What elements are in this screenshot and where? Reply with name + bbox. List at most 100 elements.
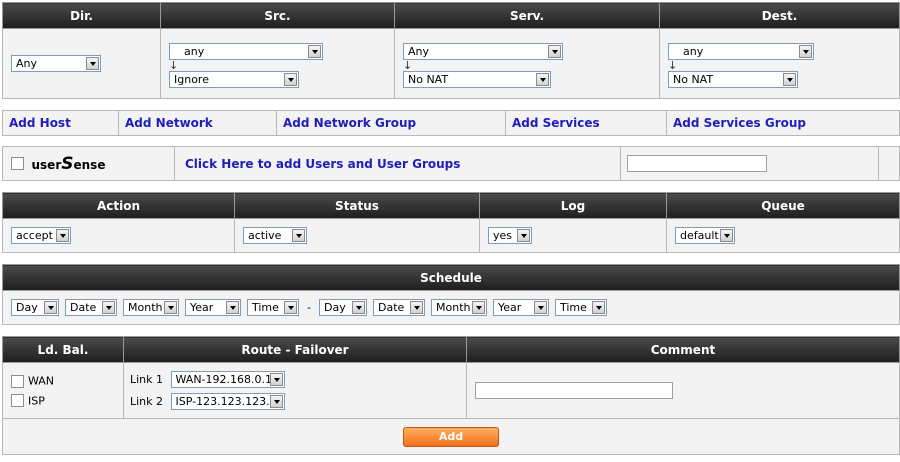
end-day-select[interactable]: Day <box>319 299 367 316</box>
link2-select[interactable]: ISP-123.123.123.1 <box>170 393 285 410</box>
action-cell: accept <box>2 218 235 253</box>
link2-label: Link 2 <box>130 394 164 408</box>
dir-select[interactable]: Any <box>11 55 101 72</box>
chevron-down-icon <box>799 45 812 58</box>
src-nat-select[interactable]: Ignore <box>169 71 299 88</box>
usersense-input-cell <box>620 146 879 181</box>
src-nat-value: Ignore <box>174 73 209 86</box>
chevron-down-icon <box>472 301 485 314</box>
add-links-table: Add Host Add Network Add Network Group A… <box>2 110 900 136</box>
chevron-down-icon <box>292 229 305 242</box>
add-services-link[interactable]: Add Services <box>512 116 600 130</box>
link1-row: Link 1 WAN-192.168.0.1 <box>130 369 458 391</box>
route-cell: Link 1 WAN-192.168.0.1 Link 2 ISP-123.12… <box>123 362 467 419</box>
wan-label: WAN <box>28 374 55 388</box>
ldbal-cell: WAN ISP <box>2 362 124 419</box>
usersense-label: userSense <box>32 154 106 174</box>
schedule-cell: Day Date Month Year Time - Day Date Month Year Tim… <box>2 290 900 325</box>
serv-nat-select[interactable]: No NAT <box>403 71 551 88</box>
add-network-link[interactable]: Add Network <box>125 116 213 130</box>
chevron-down-icon <box>783 73 796 86</box>
comment-input[interactable] <box>475 382 673 399</box>
action-select[interactable]: accept <box>11 227 71 244</box>
dest-nat-select[interactable]: No NAT <box>668 71 798 88</box>
src-cell: any ↓ Ignore <box>160 28 395 99</box>
chevron-down-icon <box>284 73 297 86</box>
end-year-select[interactable]: Year <box>493 299 549 316</box>
add-host-link[interactable]: Add Host <box>9 116 71 130</box>
start-date-value: Date <box>70 301 97 314</box>
isp-checkbox[interactable] <box>11 394 24 407</box>
end-time-select[interactable]: Time <box>555 299 607 316</box>
nat-arrow-icon: ↓ <box>668 59 678 72</box>
start-time-value: Time <box>252 301 279 314</box>
action-header: Action <box>2 192 235 219</box>
rule-table: Dir. Src. Serv. Dest. Any any ↓ Ignore A… <box>2 2 900 99</box>
add-services-group-link[interactable]: Add Services Group <box>673 116 806 130</box>
route-failover-header: Route - Failover <box>123 336 467 363</box>
comment-cell <box>466 362 900 419</box>
dest-select-value: any <box>683 45 704 58</box>
usersense-link-cell: Click Here to add Users and User Groups <box>174 146 621 181</box>
add-button[interactable]: Add <box>403 426 499 447</box>
serv-nat-value: No NAT <box>408 73 449 86</box>
usersense-label-b: S <box>61 153 74 174</box>
start-day-select[interactable]: Day <box>11 299 59 316</box>
ldbal-wan-row: WAN <box>11 371 115 391</box>
status-select[interactable]: active <box>243 227 307 244</box>
queue-select[interactable]: default <box>675 227 735 244</box>
add-button-cell: Add <box>2 418 900 455</box>
routing-table: Ld. Bal. Route - Failover Comment WAN IS… <box>2 336 900 455</box>
add-services-group-cell: Add Services Group <box>666 110 900 136</box>
status-value: active <box>248 229 282 242</box>
serv-cell: Any ↓ No NAT <box>394 28 660 99</box>
usersense-input[interactable] <box>627 155 767 172</box>
add-host-cell: Add Host <box>2 110 119 136</box>
end-year-value: Year <box>498 301 522 314</box>
start-year-select[interactable]: Year <box>185 299 241 316</box>
schedule-header: Schedule <box>2 264 900 291</box>
link1-label: Link 1 <box>130 372 164 386</box>
usersense-table: userSense Click Here to add Users and Us… <box>2 146 900 181</box>
usersense-section: userSense Click Here to add Users and Us… <box>2 146 900 181</box>
log-value: yes <box>493 229 513 242</box>
schedule-separator: - <box>307 301 311 314</box>
chevron-down-icon <box>536 73 549 86</box>
end-month-value: Month <box>436 301 471 314</box>
link2-row: Link 2 ISP-123.123.123.1 <box>130 391 458 413</box>
end-date-value: Date <box>378 301 405 314</box>
serv-select[interactable]: Any <box>403 43 563 60</box>
end-day-value: Day <box>324 301 346 314</box>
usersense-checkbox[interactable] <box>11 157 24 170</box>
add-network-group-link[interactable]: Add Network Group <box>283 116 416 130</box>
dir-header: Dir. <box>2 2 161 29</box>
log-header: Log <box>479 192 667 219</box>
add-users-link[interactable]: Click Here to add Users and User Groups <box>185 157 460 171</box>
dest-select[interactable]: any <box>668 43 814 60</box>
src-select[interactable]: any <box>169 43 323 60</box>
serv-header: Serv. <box>394 2 660 29</box>
ldbal-isp-row: ISP <box>11 391 115 411</box>
end-month-select[interactable]: Month <box>431 299 487 316</box>
queue-cell: default <box>666 218 900 253</box>
start-time-select[interactable]: Time <box>247 299 299 316</box>
rule-definition-section: Dir. Src. Serv. Dest. Any any ↓ Ignore A… <box>2 2 900 99</box>
wan-checkbox[interactable] <box>11 374 24 388</box>
start-date-select[interactable]: Date <box>65 299 117 316</box>
log-cell: yes <box>479 218 667 253</box>
add-network-cell: Add Network <box>118 110 277 136</box>
start-month-select[interactable]: Month <box>123 299 179 316</box>
comment-header: Comment <box>466 336 900 363</box>
src-header: Src. <box>160 2 395 29</box>
schedule-table: Schedule Day Date Month Year Time - Day Date Mon… <box>2 264 900 325</box>
chevron-down-icon <box>720 229 733 242</box>
dest-header: Dest. <box>659 2 900 29</box>
log-select[interactable]: yes <box>488 227 532 244</box>
schedule-section: Schedule Day Date Month Year Time - Day Date Mon… <box>2 264 900 325</box>
link1-value: WAN-192.168.0.1 <box>175 373 273 386</box>
link1-select[interactable]: WAN-192.168.0.1 <box>170 371 285 388</box>
end-date-select[interactable]: Date <box>373 299 425 316</box>
routing-section: Ld. Bal. Route - Failover Comment WAN IS… <box>2 336 900 455</box>
chevron-down-icon <box>102 301 115 314</box>
chevron-down-icon <box>269 395 283 408</box>
